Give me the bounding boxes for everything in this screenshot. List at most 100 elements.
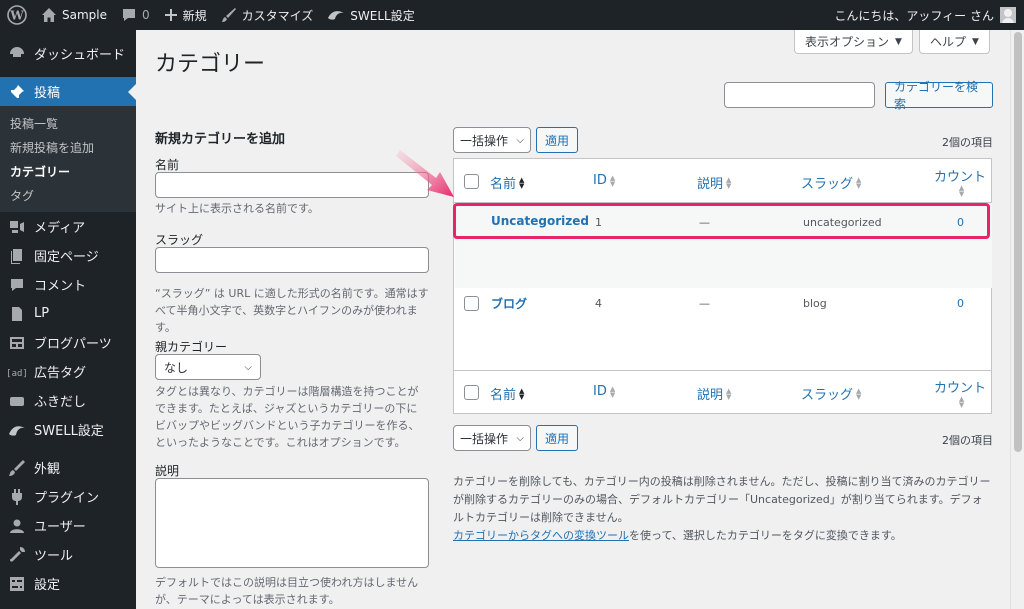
slug-field[interactable]	[155, 247, 429, 273]
search-categories-button[interactable]: カテゴリーを検索	[885, 80, 993, 111]
select-all-checkbox[interactable]	[464, 174, 479, 189]
submenu-all-posts[interactable]: 投稿一覧	[0, 112, 136, 136]
column-name-footer[interactable]: 名前 ▲ ▼	[490, 384, 524, 403]
description-label: 説明	[155, 464, 180, 478]
menu-balloons[interactable]: ふきだし	[0, 386, 136, 415]
column-id-footer[interactable]: ID ▲ ▼	[593, 384, 615, 399]
swell-icon	[328, 11, 345, 20]
parent-category-label: 親カテゴリー	[155, 340, 228, 354]
document-icon	[8, 305, 26, 323]
parent-category-select[interactable]: なし ⌵	[155, 354, 261, 380]
sort-icon: ▲ ▼	[519, 386, 525, 401]
name-label: 名前	[155, 158, 180, 172]
note-line: が削除するカテゴリーのみの場合、デフォルトカテゴリー「Uncategorized…	[453, 493, 983, 506]
row-name-link[interactable]: ブログ	[491, 295, 527, 312]
swell-settings-link[interactable]: SWELL設定	[320, 0, 421, 30]
page-scrollbar[interactable]	[1010, 30, 1024, 609]
menu-plugins[interactable]: プラグイン	[0, 482, 136, 511]
converter-link[interactable]: カテゴリーからタグへの変換ツール	[453, 529, 629, 542]
column-description-header[interactable]: 説明 ▲ ▼	[697, 173, 731, 192]
customize-link[interactable]: カスタマイズ	[214, 0, 321, 30]
menu-posts[interactable]: 投稿	[0, 77, 136, 106]
item-count-bottom: 2個の項目	[942, 434, 993, 447]
chevron-down-icon: ⌵	[516, 432, 524, 444]
site-name-link[interactable]: Sample	[34, 0, 114, 30]
menu-label: SWELL設定	[34, 424, 104, 439]
row-id: 4	[595, 297, 602, 310]
plus-icon	[164, 9, 177, 21]
menu-ad-tags[interactable]: [ad] 広告タグ	[0, 357, 136, 386]
user-icon	[8, 517, 26, 535]
name-field[interactable]	[155, 172, 429, 198]
row-checkbox[interactable]	[464, 296, 479, 311]
scrollbar-thumb[interactable]	[1014, 32, 1022, 452]
menu-users[interactable]: ユーザー	[0, 511, 136, 540]
column-label: 名前	[490, 388, 517, 403]
menu-appearance[interactable]: 外観	[0, 453, 136, 482]
menu-dashboard[interactable]: ダッシュボード	[0, 38, 136, 68]
menu-label: ふきだし	[34, 395, 87, 410]
help-button[interactable]: ヘルプ ▼	[919, 30, 990, 54]
category-search-input[interactable]	[724, 82, 875, 108]
menu-swell-settings[interactable]: SWELL設定	[0, 415, 136, 444]
menu-label: 投稿	[34, 86, 61, 101]
column-count-footer[interactable]: カウント ▲ ▼	[934, 377, 986, 409]
my-account[interactable]: こんにちは、アッフィー さん	[834, 0, 1016, 30]
add-category-heading: 新規カテゴリーを追加	[155, 132, 286, 147]
submenu-add-post[interactable]: 新規投稿を追加	[0, 136, 136, 160]
bulk-action-value: 一括操作	[460, 133, 509, 148]
slug-desc-line: “スラッグ” は URL に適した形式の名前です。通常はす	[155, 287, 429, 300]
select-all-checkbox-footer[interactable]	[464, 385, 479, 400]
bulk-action-select-bottom[interactable]: 一括操作 ⌵	[453, 425, 531, 451]
parent-desc-line: できます。たとえば、ジャズというカテゴリーの下に	[155, 402, 418, 415]
avatar	[1000, 7, 1016, 23]
swell-icon	[8, 421, 26, 439]
balloon-icon	[8, 392, 26, 410]
row-count-link[interactable]: 0	[957, 297, 964, 310]
settings-icon	[8, 575, 26, 593]
column-label: カウント	[934, 170, 987, 185]
new-content-link[interactable]: 新規	[157, 0, 214, 30]
comment-icon	[123, 9, 135, 21]
menu-label: ツール	[34, 549, 74, 564]
wordpress-logo[interactable]: W	[0, 0, 34, 30]
menu-label: メディア	[34, 221, 86, 236]
apply-button-bottom[interactable]: 適用	[536, 425, 578, 451]
screen-options-button[interactable]: 表示オプション ▼	[794, 30, 913, 54]
column-name-header[interactable]: 名前 ▲ ▼	[490, 173, 524, 192]
menu-lp[interactable]: LP	[0, 299, 136, 328]
item-count-top: 2個の項目	[942, 136, 993, 149]
menu-label: 広告タグ	[34, 366, 87, 381]
parent-desc-line: ビバップやビッグバンドという子カテゴリーを作る、	[155, 419, 420, 432]
description-textarea[interactable]	[155, 478, 429, 568]
column-count-header[interactable]: カウント ▲ ▼	[934, 166, 987, 198]
media-icon	[8, 218, 26, 236]
comments-link[interactable]: 0	[114, 0, 157, 30]
column-description-footer[interactable]: 説明 ▲ ▼	[697, 384, 731, 403]
svg-text:[ad]: [ad]	[8, 369, 26, 379]
menu-settings[interactable]: 設定	[0, 569, 136, 598]
menu-comments[interactable]: コメント	[0, 270, 136, 299]
submenu-tags[interactable]: タグ	[0, 184, 136, 208]
note-line: ルトカテゴリーは削除できません。	[453, 511, 629, 524]
column-id-header[interactable]: ID ▲ ▼	[593, 173, 615, 188]
parent-category-value: なし	[164, 360, 189, 375]
column-slug-header[interactable]: スラッグ ▲ ▼	[801, 173, 861, 192]
menu-label: コメント	[34, 279, 87, 294]
menu-media[interactable]: メディア	[0, 212, 136, 241]
submenu-categories[interactable]: カテゴリー	[0, 160, 136, 184]
column-label: スラッグ	[801, 388, 854, 403]
column-slug-footer[interactable]: スラッグ ▲ ▼	[801, 384, 861, 403]
menu-tools[interactable]: ツール	[0, 540, 136, 569]
bulk-action-select-top[interactable]: 一括操作 ⌵	[453, 127, 531, 153]
ad-icon: [ad]	[8, 363, 26, 381]
menu-pages[interactable]: 固定ページ	[0, 241, 136, 270]
column-label: 説明	[697, 388, 724, 403]
parent-desc-line: タグとは異なり、カテゴリーは階層構造を持つことが	[155, 385, 419, 398]
slug-desc-line: べて半角小文字で、英数字とハイフンのみが使われま	[155, 304, 418, 317]
admin-sidebar: ダッシュボード 投稿 投稿一覧 新規投稿を追加 カテゴリー タグ メディア 固定…	[0, 30, 136, 609]
apply-button-top[interactable]: 適用	[536, 127, 578, 153]
slug-label: スラッグ	[155, 233, 204, 247]
delete-note: カテゴリーを削除しても、カテゴリー内の投稿は削除されません。ただし、投稿に割り当…	[453, 473, 998, 527]
menu-blog-parts[interactable]: ブログパーツ	[0, 328, 136, 357]
